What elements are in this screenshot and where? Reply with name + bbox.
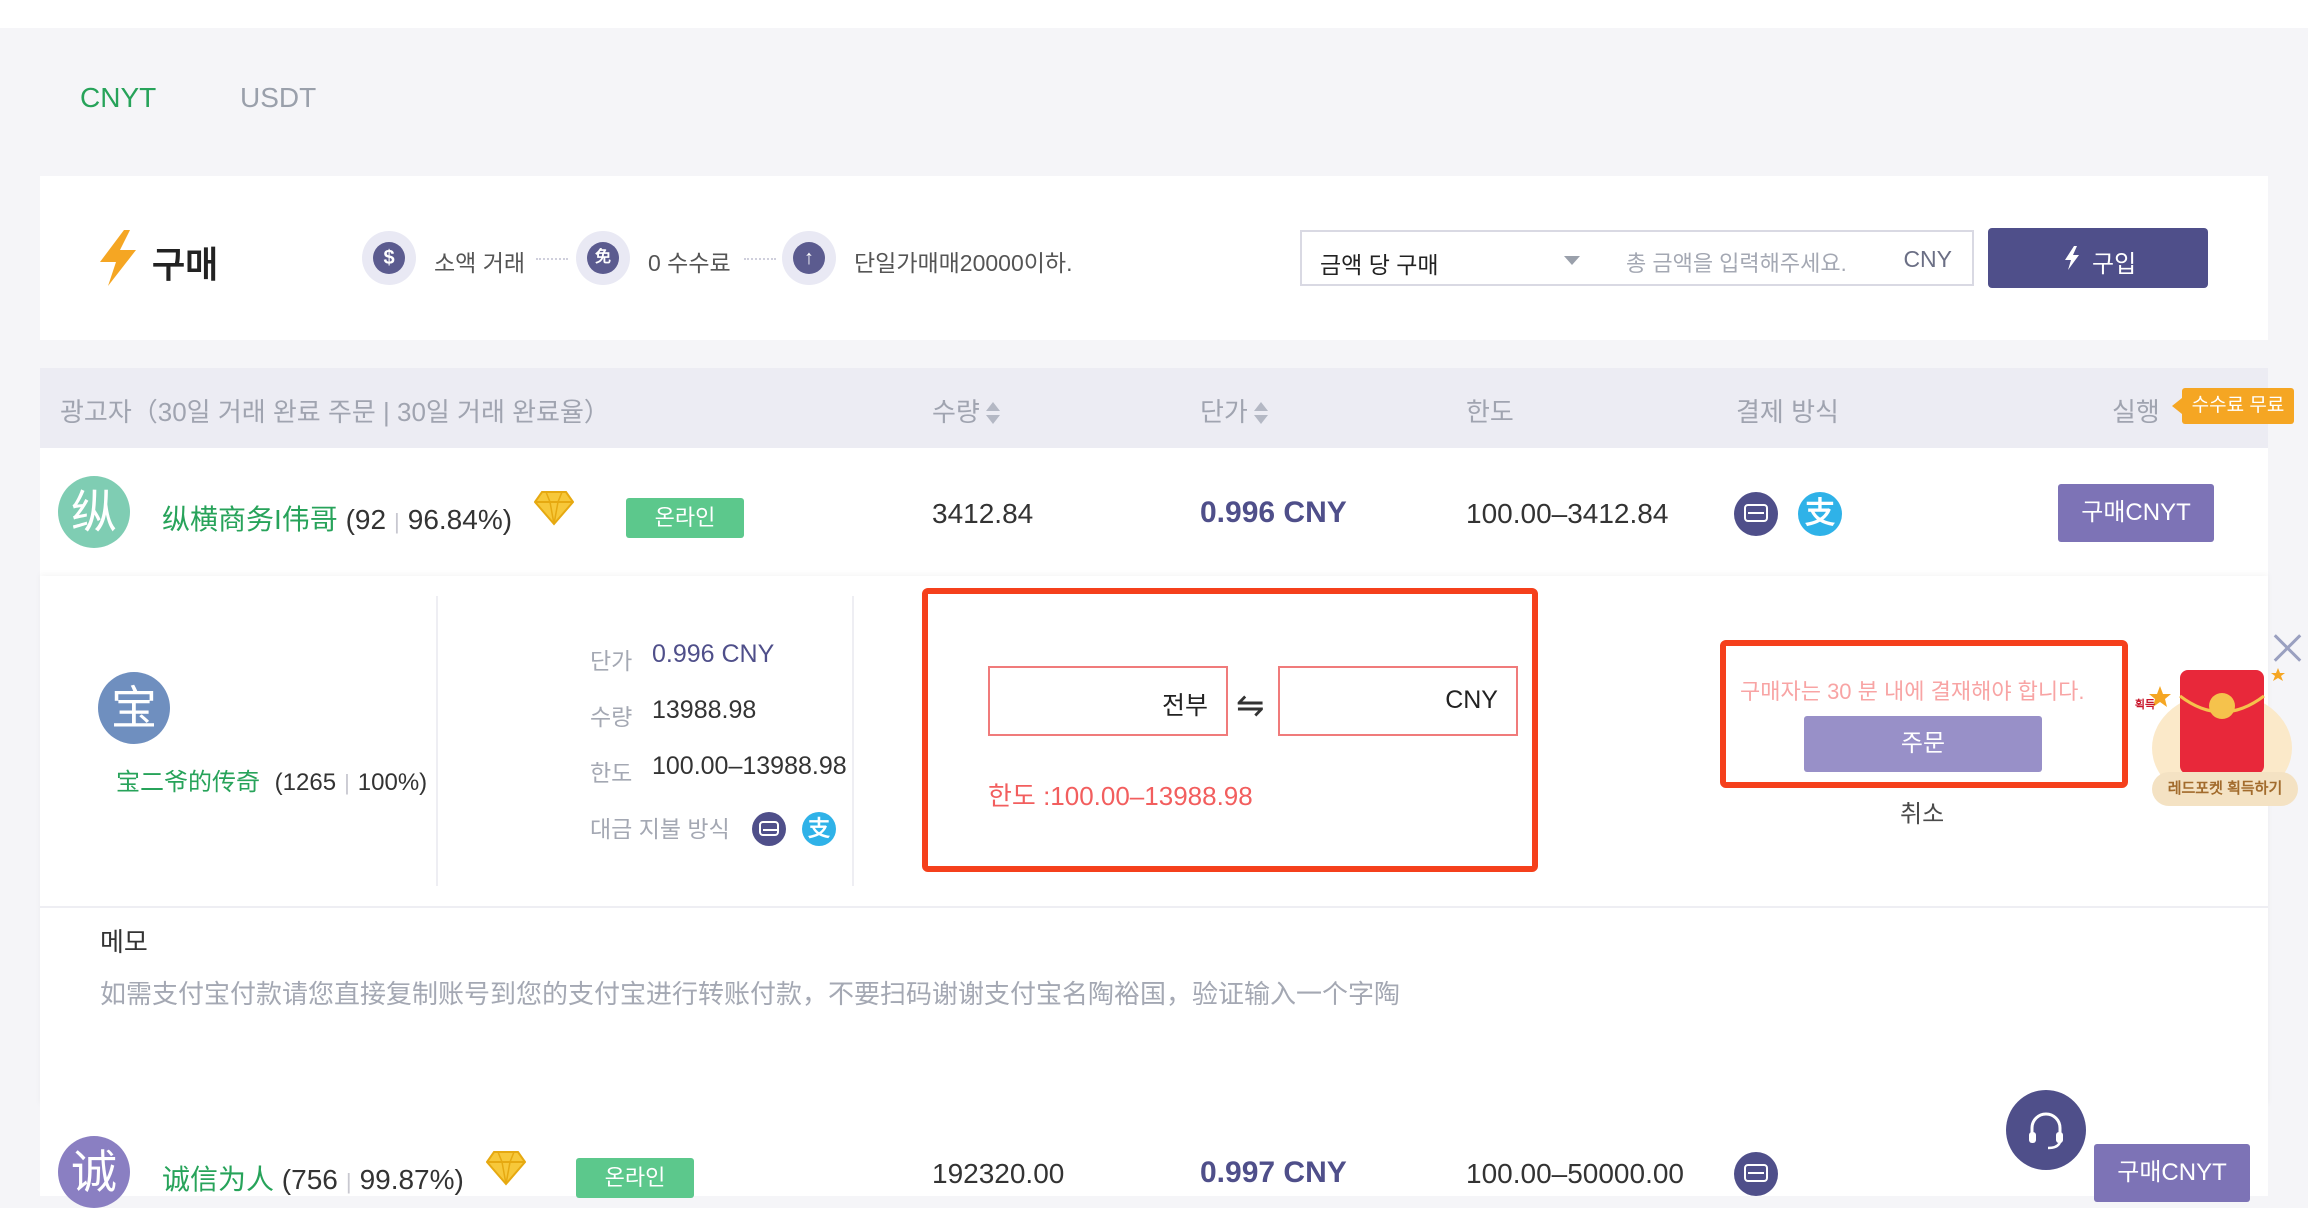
row-limit: 100.00–50000.00 [1466,1158,1684,1189]
bank-card-icon [752,812,786,846]
status-badge: 온라인 [626,498,744,538]
total-amount-input[interactable]: 총 금액을 입력해주세요. CNY [1600,230,1974,286]
bank-card-icon [1734,1152,1778,1196]
row-quantity: 3412.84 [932,498,1034,529]
red-envelope-label[interactable]: 레드포켓 획득하기 [2152,772,2298,806]
divider [436,596,438,886]
header-price-label: 단가 [1200,397,1248,427]
status-badge: 온라인 [576,1158,694,1198]
merchant-info: 诚信为人 (756 | 99.87%) [162,1164,464,1195]
quantity-input[interactable]: 전부 [988,666,1228,736]
buy-mode-value: 금액 당 구매 [1320,252,1439,278]
value-limit: 100.00–13988.98 [652,752,847,780]
row-price: 0.996 CNY [1200,496,1347,529]
buy-cnyt-button[interactable]: 구매CNYT [2058,484,2214,542]
avatar: 纵 [58,476,130,548]
headset-icon [2029,1112,2063,1150]
label-payment-method: 대금 지불 방식 [590,816,730,842]
detail-merchant-name: 宝二爷的传奇 [116,769,260,796]
limit-hint: 한도 :100.00–13988.98 [988,781,1253,811]
divider [744,258,776,260]
lightning-icon [2065,246,2079,270]
diamond-icon [534,491,574,526]
divider [40,906,2268,908]
limit-icon: ↑ [782,231,836,285]
buy-cnyt-button[interactable]: 구매CNYT [2094,1144,2250,1202]
cancel-link[interactable]: 취소 [1900,794,1944,829]
cny-suffix: CNY [1445,686,1498,714]
all-button[interactable]: 전부 [1162,686,1208,722]
payment-time-warning: 구매자는 30 분 내에 결재해야 합니다. [1740,679,2085,704]
merchant-name[interactable]: 纵横商务I伟哥 [162,504,338,535]
divider [536,258,568,260]
header-action: 실행 [2112,397,2160,427]
dollar-icon: $ [362,231,416,285]
value-unit-price: 0.996 CNY [652,640,775,668]
header-unit-price[interactable]: 단가 [1200,392,1268,429]
avatar: 宝 [98,672,170,744]
label-unit-price: 단가 [590,648,633,674]
label-quantity: 수량 [590,704,633,730]
merchant-rate: 96.84%) [407,504,513,535]
quick-buy-button[interactable]: 구입 [1988,228,2208,288]
header-quantity[interactable]: 수량 [932,392,1000,429]
row-limit: 100.00–3412.84 [1466,498,1669,529]
order-button[interactable]: 주문 [1804,716,2042,772]
quick-buy-label: 구입 [2092,251,2137,278]
merchant-info: 纵横商务I伟哥 (92 | 96.84%) [162,504,513,535]
merchant-orders: (92 [345,504,387,535]
detail-rate: 100%) [357,769,428,796]
memo-title: 메모 [100,927,148,957]
buy-title: 구매 [152,244,219,285]
diamond-icon [486,1151,526,1186]
feature-small-trade: 소액 거래 [434,250,526,276]
bank-card-icon [1734,492,1778,536]
chevron-down-icon [1564,256,1580,265]
merchant-name[interactable]: 诚信为人 [162,1164,274,1195]
detail-orders: (1265 [274,769,337,796]
header-limit: 한도 [1466,397,1514,427]
avatar: 诚 [58,1136,130,1208]
free-icon: 免 [576,231,630,285]
detail-merchant-info: 宝二爷的传奇 (1265 | 100%) [116,769,428,796]
swap-icon[interactable]: ⇋ [1236,686,1265,726]
alipay-icon: 支 [1798,492,1842,536]
sort-icon[interactable] [985,402,1000,426]
fee-free-badge: 수수료 무료 [2172,388,2294,424]
merchant-rate: 99.87%) [359,1164,464,1195]
tab-usdt[interactable]: USDT [240,82,316,114]
amount-unit: CNY [1903,246,1952,272]
merchant-orders: (756 [281,1164,338,1195]
lightning-icon [100,230,136,286]
memo-text: 如需支付宝付款请您直接复制账号到您的支付宝进行转账付款，不要扫码谢谢支付宝名陶裕… [100,979,1401,1009]
sort-icon[interactable] [1253,402,1268,426]
divider [852,596,854,886]
feature-zero-fee: 0 수수료 [648,250,731,276]
row-price: 0.997 CNY [1200,1156,1347,1189]
header-advertiser: 광고자（30일 거래 완료 주문 | 30일 거래 완료율） [60,397,610,427]
alipay-icon: 支 [802,812,836,846]
cny-amount-input[interactable]: CNY [1278,666,1518,736]
header-quantity-label: 수량 [932,397,980,427]
top-header-bar [0,0,2308,28]
amount-placeholder: 총 금액을 입력해주세요. [1626,251,1847,276]
label-limit: 한도 [590,760,633,786]
header-payment: 결제 방식 [1736,397,1839,427]
tab-cnyt[interactable]: CNYT [80,82,156,114]
buy-mode-select[interactable]: 금액 당 구매 [1300,230,1602,286]
customer-support-button[interactable] [2006,1090,2086,1170]
feature-single-limit: 단일가매매20000이하. [854,250,1073,276]
value-quantity: 13988.98 [652,696,757,724]
row-quantity: 192320.00 [932,1158,1065,1189]
envelope-text: 획득 [2134,699,2156,711]
